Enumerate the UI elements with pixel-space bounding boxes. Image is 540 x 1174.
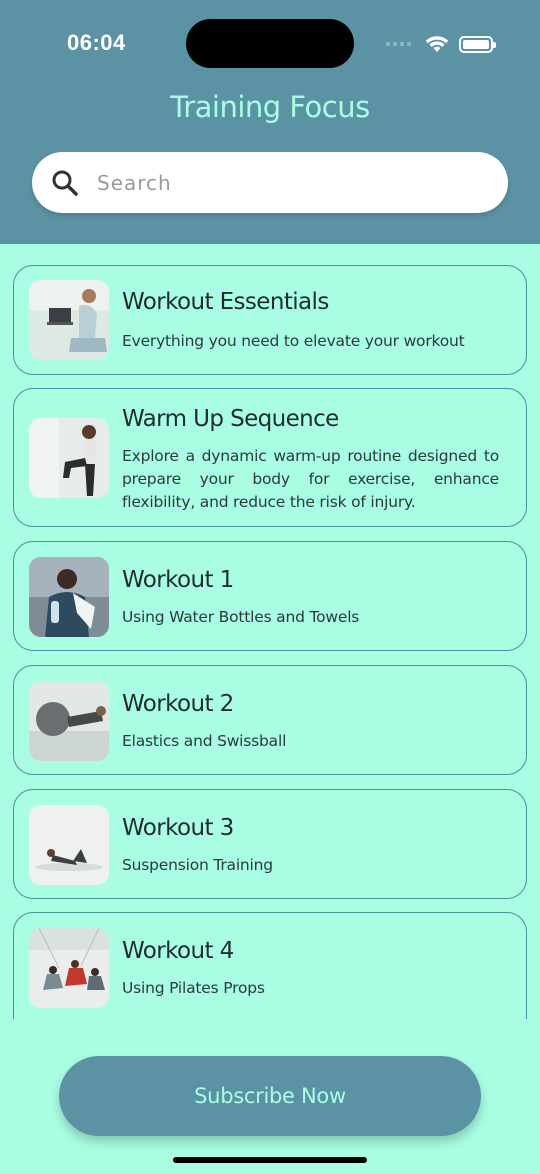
card-description: Elastics and Swissball	[122, 732, 287, 750]
card-workout-2[interactable]: Workout 2 Elastics and Swissball	[13, 665, 527, 775]
card-title: Workout 2	[122, 691, 234, 717]
search-bar[interactable]	[32, 152, 508, 213]
card-thumbnail	[29, 681, 109, 761]
battery-icon	[459, 35, 496, 53]
home-indicator	[173, 1157, 367, 1163]
card-title: Workout Essentials	[122, 289, 329, 315]
card-workout-essentials[interactable]: Workout Essentials Everything you need t…	[13, 265, 527, 375]
card-description: Using Pilates Props	[122, 979, 265, 997]
card-warm-up-sequence[interactable]: Warm Up Sequence Explore a dynamic warm-…	[13, 388, 527, 527]
dynamic-island	[186, 19, 354, 68]
card-thumbnail	[29, 928, 109, 1008]
card-workout-4[interactable]: Workout 4 Using Pilates Props	[13, 912, 527, 1019]
cellular-signal-icon	[386, 42, 411, 46]
card-title: Warm Up Sequence	[122, 406, 339, 432]
workout-list[interactable]: Workout Essentials Everything you need t…	[0, 244, 540, 1019]
card-thumbnail	[29, 805, 109, 885]
card-description: Everything you need to elevate your work…	[122, 332, 465, 350]
subscribe-button[interactable]: Subscribe Now	[59, 1056, 481, 1136]
wifi-icon	[425, 36, 449, 52]
search-input[interactable]	[97, 170, 457, 195]
card-title: Workout 4	[122, 938, 234, 964]
card-description: Explore a dynamic warm-up routine design…	[122, 447, 499, 511]
status-time: 06:04	[67, 30, 126, 55]
card-thumbnail	[29, 280, 109, 360]
card-workout-3[interactable]: Workout 3 Suspension Training	[13, 789, 527, 899]
card-thumbnail	[29, 557, 109, 637]
card-title: Workout 1	[122, 567, 234, 593]
card-workout-1[interactable]: Workout 1 Using Water Bottles and Towels	[13, 541, 527, 651]
card-title: Workout 3	[122, 815, 234, 841]
card-description: Using Water Bottles and Towels	[122, 608, 360, 626]
card-description: Suspension Training	[122, 856, 273, 874]
search-icon	[52, 170, 78, 196]
page-title: Training Focus	[170, 90, 370, 124]
header-bar: 06:04 Training Focus	[0, 0, 540, 244]
card-thumbnail	[29, 418, 109, 498]
status-icons	[386, 32, 496, 56]
